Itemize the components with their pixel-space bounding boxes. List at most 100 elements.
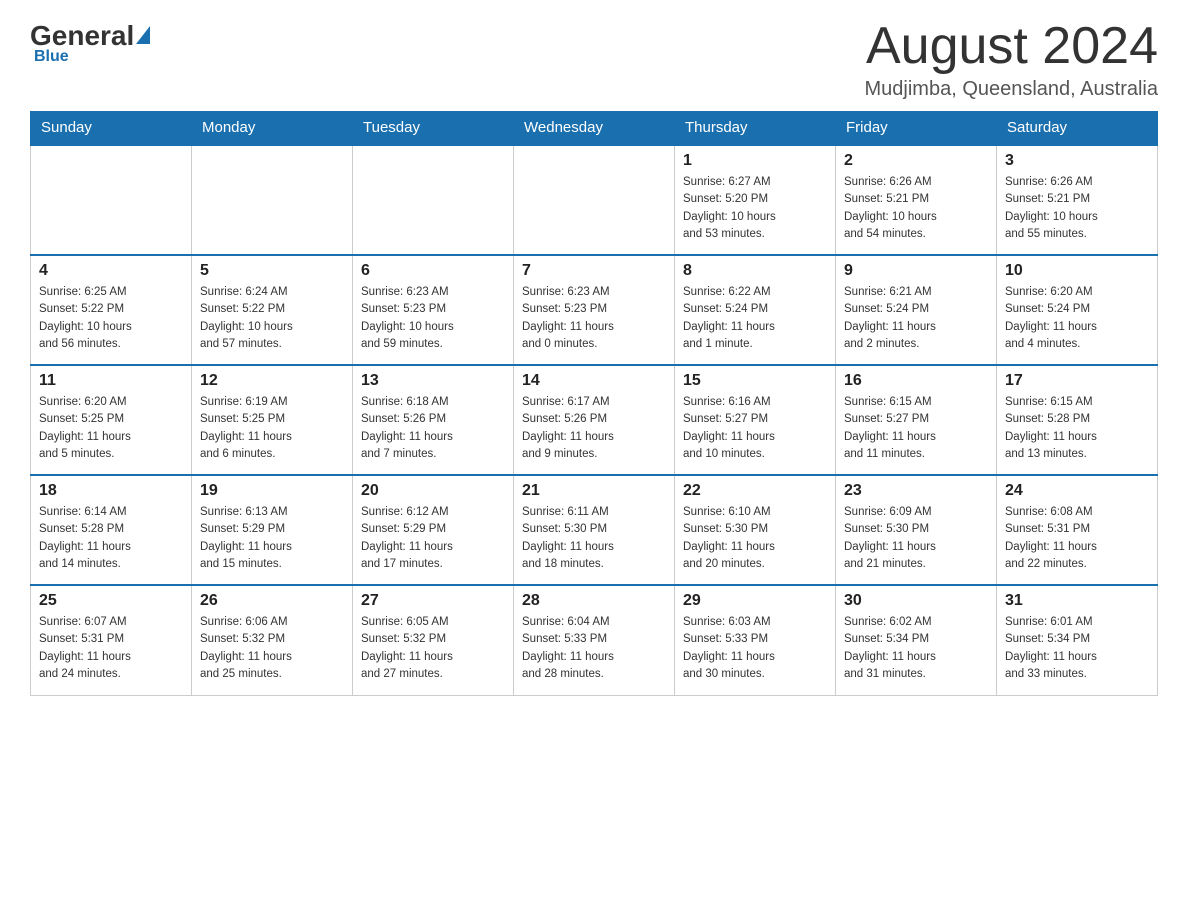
day-number: 19	[200, 482, 344, 500]
day-info: Sunrise: 6:21 AM Sunset: 5:24 PM Dayligh…	[844, 284, 988, 353]
logo-blue-text: Blue	[34, 48, 69, 66]
day-info: Sunrise: 6:22 AM Sunset: 5:24 PM Dayligh…	[683, 284, 827, 353]
calendar-cell: 24 Sunrise: 6:08 AM Sunset: 5:31 PM Dayli…	[997, 475, 1158, 585]
day-number: 12	[200, 372, 344, 390]
day-info: Sunrise: 6:06 AM Sunset: 5:32 PM Dayligh…	[200, 614, 344, 683]
day-number: 21	[522, 482, 666, 500]
calendar-cell: 19 Sunrise: 6:13 AM Sunset: 5:29 PM Dayli…	[192, 475, 353, 585]
calendar-cell: 14Sunrise: 6:17 AM Sunset: 5:26 PM Dayli…	[514, 365, 675, 475]
calendar-cell: 9Sunrise: 6:21 AM Sunset: 5:24 PM Daylig…	[836, 255, 997, 365]
calendar-cell: 23 Sunrise: 6:09 AM Sunset: 5:30 PM Dayli…	[836, 475, 997, 585]
day-number: 22	[683, 482, 827, 500]
calendar-cell: 2Sunrise: 6:26 AM Sunset: 5:21 PM Daylig…	[836, 145, 997, 255]
calendar-cell: 1 Sunrise: 6:27 AM Sunset: 5:20 PM Daylig…	[675, 145, 836, 255]
day-info: Sunrise: 6:05 AM Sunset: 5:32 PM Dayligh…	[361, 614, 505, 683]
day-info: Sunrise: 6:19 AM Sunset: 5:25 PM Dayligh…	[200, 394, 344, 463]
calendar-cell: 31Sunrise: 6:01 AM Sunset: 5:34 PM Dayli…	[997, 585, 1158, 695]
calendar-cell: 27 Sunrise: 6:05 AM Sunset: 5:32 PM Dayli…	[353, 585, 514, 695]
calendar-cell: 18 Sunrise: 6:14 AM Sunset: 5:28 PM Dayli…	[31, 475, 192, 585]
day-info: Sunrise: 6:26 AM Sunset: 5:21 PM Dayligh…	[1005, 174, 1149, 243]
day-number: 27	[361, 592, 505, 610]
day-number: 29	[683, 592, 827, 610]
day-number: 20	[361, 482, 505, 500]
calendar-cell: 28 Sunrise: 6:04 AM Sunset: 5:33 PM Dayli…	[514, 585, 675, 695]
col-tuesday: Tuesday	[353, 111, 514, 145]
day-number: 1	[683, 152, 827, 170]
day-number: 14	[522, 372, 666, 390]
calendar-cell: 13 Sunrise: 6:18 AM Sunset: 5:26 PM Dayli…	[353, 365, 514, 475]
col-sunday: Sunday	[31, 111, 192, 145]
day-number: 5	[200, 262, 344, 280]
day-number: 4	[39, 262, 183, 280]
day-info: Sunrise: 6:18 AM Sunset: 5:26 PM Dayligh…	[361, 394, 505, 463]
calendar-week-2: 4Sunrise: 6:25 AM Sunset: 5:22 PM Daylig…	[31, 255, 1158, 365]
calendar-table: Sunday Monday Tuesday Wednesday Thursday…	[30, 111, 1158, 696]
col-monday: Monday	[192, 111, 353, 145]
day-info: Sunrise: 6:23 AM Sunset: 5:23 PM Dayligh…	[522, 284, 666, 353]
day-info: Sunrise: 6:20 AM Sunset: 5:24 PM Dayligh…	[1005, 284, 1149, 353]
day-info: Sunrise: 6:12 AM Sunset: 5:29 PM Dayligh…	[361, 504, 505, 573]
calendar-cell: 16 Sunrise: 6:15 AM Sunset: 5:27 PM Dayli…	[836, 365, 997, 475]
calendar-cell: 7Sunrise: 6:23 AM Sunset: 5:23 PM Daylig…	[514, 255, 675, 365]
col-wednesday: Wednesday	[514, 111, 675, 145]
day-number: 17	[1005, 372, 1149, 390]
calendar-cell: 11Sunrise: 6:20 AM Sunset: 5:25 PM Dayli…	[31, 365, 192, 475]
calendar-cell: 6 Sunrise: 6:23 AM Sunset: 5:23 PM Daylig…	[353, 255, 514, 365]
month-title: August 2024	[865, 20, 1159, 72]
calendar-cell: 10 Sunrise: 6:20 AM Sunset: 5:24 PM Dayli…	[997, 255, 1158, 365]
logo: General Blue	[30, 20, 150, 66]
day-number: 16	[844, 372, 988, 390]
day-info: Sunrise: 6:14 AM Sunset: 5:28 PM Dayligh…	[39, 504, 183, 573]
day-info: Sunrise: 6:08 AM Sunset: 5:31 PM Dayligh…	[1005, 504, 1149, 573]
day-number: 15	[683, 372, 827, 390]
day-number: 13	[361, 372, 505, 390]
day-info: Sunrise: 6:04 AM Sunset: 5:33 PM Dayligh…	[522, 614, 666, 683]
calendar-cell	[353, 145, 514, 255]
col-saturday: Saturday	[997, 111, 1158, 145]
header-row: Sunday Monday Tuesday Wednesday Thursday…	[31, 111, 1158, 145]
header-right: August 2024 Mudjimba, Queensland, Austra…	[865, 20, 1159, 101]
day-number: 28	[522, 592, 666, 610]
calendar-cell: 15Sunrise: 6:16 AM Sunset: 5:27 PM Dayli…	[675, 365, 836, 475]
day-info: Sunrise: 6:20 AM Sunset: 5:25 PM Dayligh…	[39, 394, 183, 463]
calendar-cell: 5Sunrise: 6:24 AM Sunset: 5:22 PM Daylig…	[192, 255, 353, 365]
calendar-cell: 21 Sunrise: 6:11 AM Sunset: 5:30 PM Dayli…	[514, 475, 675, 585]
day-number: 18	[39, 482, 183, 500]
day-info: Sunrise: 6:03 AM Sunset: 5:33 PM Dayligh…	[683, 614, 827, 683]
day-number: 23	[844, 482, 988, 500]
day-number: 24	[1005, 482, 1149, 500]
day-info: Sunrise: 6:13 AM Sunset: 5:29 PM Dayligh…	[200, 504, 344, 573]
calendar-cell: 8 Sunrise: 6:22 AM Sunset: 5:24 PM Daylig…	[675, 255, 836, 365]
day-info: Sunrise: 6:07 AM Sunset: 5:31 PM Dayligh…	[39, 614, 183, 683]
calendar-cell: 30Sunrise: 6:02 AM Sunset: 5:34 PM Dayli…	[836, 585, 997, 695]
calendar-cell: 25 Sunrise: 6:07 AM Sunset: 5:31 PM Dayli…	[31, 585, 192, 695]
calendar-cell: 3 Sunrise: 6:26 AM Sunset: 5:21 PM Daylig…	[997, 145, 1158, 255]
day-number: 10	[1005, 262, 1149, 280]
location-text: Mudjimba, Queensland, Australia	[865, 78, 1159, 101]
day-number: 6	[361, 262, 505, 280]
calendar-week-5: 25 Sunrise: 6:07 AM Sunset: 5:31 PM Dayli…	[31, 585, 1158, 695]
calendar-week-4: 18 Sunrise: 6:14 AM Sunset: 5:28 PM Dayli…	[31, 475, 1158, 585]
col-friday: Friday	[836, 111, 997, 145]
calendar-cell: 20 Sunrise: 6:12 AM Sunset: 5:29 PM Dayli…	[353, 475, 514, 585]
day-info: Sunrise: 6:09 AM Sunset: 5:30 PM Dayligh…	[844, 504, 988, 573]
calendar-week-1: 1 Sunrise: 6:27 AM Sunset: 5:20 PM Daylig…	[31, 145, 1158, 255]
day-info: Sunrise: 6:11 AM Sunset: 5:30 PM Dayligh…	[522, 504, 666, 573]
day-number: 8	[683, 262, 827, 280]
day-number: 2	[844, 152, 988, 170]
day-info: Sunrise: 6:23 AM Sunset: 5:23 PM Dayligh…	[361, 284, 505, 353]
day-number: 25	[39, 592, 183, 610]
calendar-cell	[514, 145, 675, 255]
logo-triangle-icon	[136, 26, 150, 44]
day-info: Sunrise: 6:27 AM Sunset: 5:20 PM Dayligh…	[683, 174, 827, 243]
day-info: Sunrise: 6:15 AM Sunset: 5:27 PM Dayligh…	[844, 394, 988, 463]
day-number: 3	[1005, 152, 1149, 170]
calendar-cell: 4Sunrise: 6:25 AM Sunset: 5:22 PM Daylig…	[31, 255, 192, 365]
calendar-header: Sunday Monday Tuesday Wednesday Thursday…	[31, 111, 1158, 145]
day-info: Sunrise: 6:02 AM Sunset: 5:34 PM Dayligh…	[844, 614, 988, 683]
calendar-cell	[31, 145, 192, 255]
col-thursday: Thursday	[675, 111, 836, 145]
calendar-cell: 26Sunrise: 6:06 AM Sunset: 5:32 PM Dayli…	[192, 585, 353, 695]
day-info: Sunrise: 6:01 AM Sunset: 5:34 PM Dayligh…	[1005, 614, 1149, 683]
day-info: Sunrise: 6:15 AM Sunset: 5:28 PM Dayligh…	[1005, 394, 1149, 463]
